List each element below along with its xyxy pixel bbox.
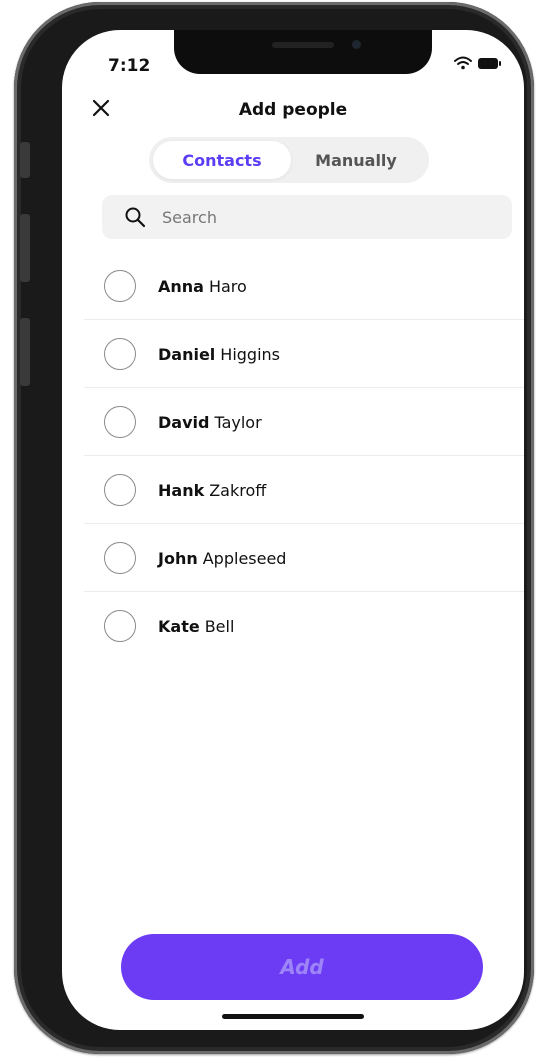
status-icons: [454, 56, 501, 70]
contact-row[interactable]: Kate Bell: [62, 592, 524, 660]
select-radio[interactable]: [104, 338, 136, 370]
contact-first-name: Kate: [158, 616, 200, 636]
wifi-icon: [454, 56, 472, 70]
select-radio[interactable]: [104, 610, 136, 642]
contact-first-name: Hank: [158, 480, 205, 500]
volume-up-button: [20, 214, 30, 282]
battery-icon: [478, 57, 501, 69]
contact-row[interactable]: Hank Zakroff: [62, 456, 524, 524]
contact-last-name: Higgins: [220, 344, 281, 364]
select-radio[interactable]: [104, 406, 136, 438]
contact-last-name: Taylor: [214, 412, 262, 432]
contact-name: David Taylor: [158, 413, 262, 432]
contact-first-name: David: [158, 412, 210, 432]
tab-contacts[interactable]: Contacts: [153, 141, 291, 179]
contact-first-name: Anna: [158, 276, 204, 296]
search-bar: [102, 195, 512, 239]
page-title: Add people: [238, 100, 348, 120]
select-radio[interactable]: [104, 474, 136, 506]
search-icon: [125, 207, 146, 228]
contact-row[interactable]: Anna Haro: [62, 252, 524, 320]
contact-name: Kate Bell: [158, 617, 234, 636]
speaker-grille: [272, 42, 334, 48]
front-camera: [352, 40, 361, 49]
mute-switch: [20, 142, 30, 178]
contact-last-name: Appleseed: [202, 548, 287, 568]
contact-name: Daniel Higgins: [158, 345, 280, 364]
select-radio[interactable]: [104, 270, 136, 302]
home-indicator: [222, 1014, 364, 1019]
tab-manually[interactable]: Manually: [287, 141, 425, 179]
phone-frame: 7:12 Add people Contacts Manually Search…: [14, 2, 534, 1054]
search-input[interactable]: [160, 206, 464, 228]
volume-down-button: [20, 318, 30, 386]
contact-name: John Appleseed: [158, 549, 286, 568]
contact-name: Hank Zakroff: [158, 481, 266, 500]
contact-first-name: Daniel: [158, 344, 216, 364]
contact-list: Anna Haro Daniel Higgins David Taylor Hank Z…: [62, 252, 524, 660]
contact-last-name: Haro: [208, 276, 247, 296]
notch: [174, 30, 432, 74]
contact-name: Anna Haro: [158, 277, 247, 296]
add-button[interactable]: Add: [121, 934, 483, 1000]
contact-last-name: Bell: [204, 616, 235, 636]
contact-row[interactable]: Daniel Higgins: [62, 320, 524, 388]
contact-last-name: Zakroff: [209, 480, 267, 500]
status-time: 7:12: [108, 56, 151, 76]
app-screen: 7:12 Add people Contacts Manually Search…: [62, 30, 524, 1030]
select-radio[interactable]: [104, 542, 136, 574]
segmented-control: Contacts Manually: [149, 137, 429, 183]
contact-first-name: John: [158, 548, 198, 568]
contact-row[interactable]: John Appleseed: [62, 524, 524, 592]
contact-row[interactable]: David Taylor: [62, 388, 524, 456]
